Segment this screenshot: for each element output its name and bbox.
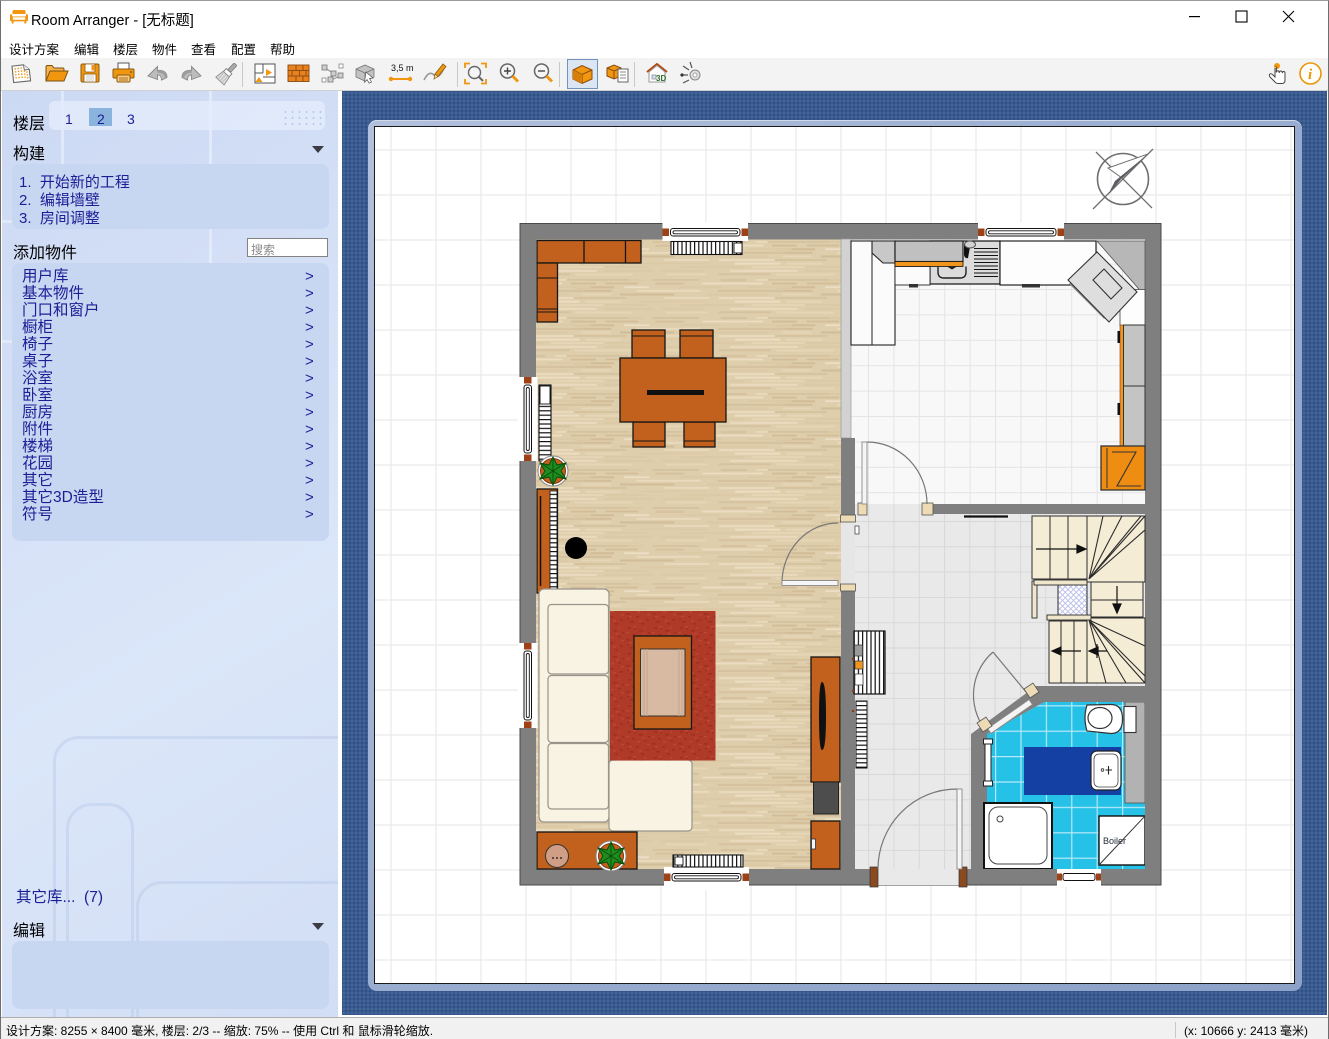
svg-text:3,5 m: 3,5 m (391, 63, 414, 73)
svg-text:3D: 3D (656, 74, 666, 83)
svg-text:Boiler: Boiler (1103, 836, 1126, 846)
